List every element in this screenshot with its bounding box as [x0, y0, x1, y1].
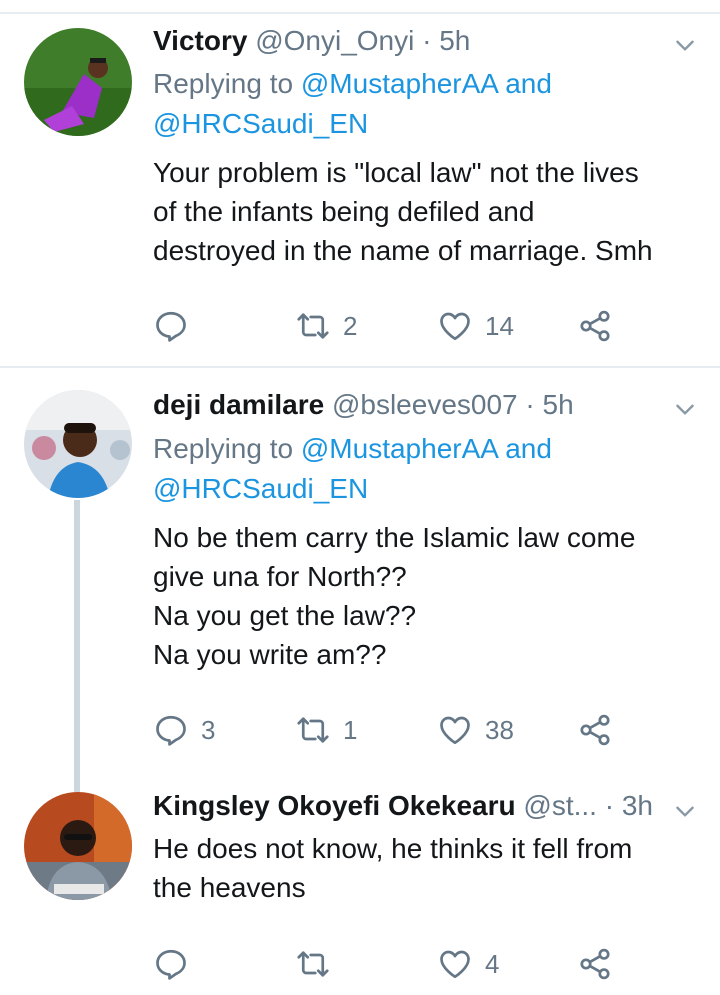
reply-icon: [153, 712, 189, 748]
avatar[interactable]: [24, 390, 132, 498]
tweet-text: He does not know, he thinks it fell from…: [153, 829, 690, 907]
chevron-down-icon[interactable]: [672, 396, 698, 422]
replying-to: Replying to @MustapherAA and @HRCSaudi_E…: [153, 429, 690, 509]
mention-link[interactable]: @HRCSaudi_EN: [153, 473, 368, 504]
tweet-text-line: Na you get the law??: [153, 600, 417, 631]
reply-icon: [153, 946, 189, 982]
reply-count: 3: [201, 714, 216, 745]
thread-line: [74, 500, 80, 792]
tweet-header: deji damilare @bsleeves007 · 5h: [153, 388, 660, 422]
retweet-icon: [295, 946, 331, 982]
retweet-button[interactable]: 1: [295, 710, 357, 750]
replying-to-label: Replying to: [153, 433, 294, 464]
tweet-text-line: of the infants being defiled and: [153, 196, 535, 227]
avatar[interactable]: [24, 28, 132, 136]
author-name[interactable]: deji damilare: [153, 389, 324, 420]
tweet-text-line: No be them carry the Islamic law come: [153, 522, 636, 553]
avatar[interactable]: [24, 792, 132, 900]
mention-link[interactable]: @HRCSaudi_EN: [153, 108, 368, 139]
tweet-kingsley-okekearu[interactable]: Kingsley Okoyefi Okekearu @st... · 3h He…: [0, 772, 720, 995]
reply-button[interactable]: 3: [153, 710, 215, 750]
mention-link[interactable]: @MustapherAA: [301, 68, 498, 99]
tweet-text: No be them carry the Islamic law come gi…: [153, 518, 690, 674]
chevron-down-icon[interactable]: [672, 798, 698, 824]
replying-to-and[interactable]: and: [505, 68, 552, 99]
action-bar: 4: [153, 944, 633, 984]
retweet-icon: [295, 308, 331, 344]
tweet-deji-damilare[interactable]: deji damilare @bsleeves007 · 5h Replying…: [0, 368, 720, 792]
author-name[interactable]: Victory: [153, 25, 247, 56]
tweet-victory[interactable]: Victory @Onyi_Onyi · 5h Replying to @Mus…: [0, 0, 720, 368]
author-name[interactable]: Kingsley Okoyefi Okekearu: [153, 790, 516, 821]
tweet-text-line: He does not know, he thinks it fell from: [153, 833, 633, 864]
author-handle[interactable]: @Onyi_Onyi: [255, 25, 414, 56]
author-handle[interactable]: @bsleeves007: [332, 389, 518, 420]
share-button[interactable]: [577, 306, 613, 346]
timestamp[interactable]: 3h: [622, 790, 653, 821]
retweet-button[interactable]: [295, 944, 343, 984]
retweet-icon: [295, 712, 331, 748]
timestamp[interactable]: 5h: [439, 25, 470, 56]
chevron-down-icon[interactable]: [672, 32, 698, 58]
tweet-text-line: give una for North??: [153, 561, 407, 592]
replying-to: Replying to @MustapherAA and @HRCSaudi_E…: [153, 64, 690, 144]
reply-button[interactable]: [153, 306, 201, 346]
share-button[interactable]: [577, 710, 613, 750]
share-icon: [577, 308, 613, 344]
like-button[interactable]: 14: [437, 306, 514, 346]
action-bar: 2 14: [153, 306, 633, 346]
separator-dot: ·: [422, 25, 432, 56]
replying-to-label: Replying to: [153, 68, 294, 99]
tweet-header: Kingsley Okoyefi Okekearu @st... · 3h: [153, 789, 660, 823]
like-button[interactable]: 4: [437, 944, 499, 984]
tweet-text-line: the heavens: [153, 872, 306, 903]
share-icon: [577, 712, 613, 748]
tweet-text-line: destroyed in the name of marriage. Smh: [153, 235, 653, 266]
like-count: 14: [485, 310, 514, 341]
tweet-text: Your problem is "local law" not the live…: [153, 153, 690, 270]
separator-dot: ·: [525, 389, 535, 420]
tweet-header: Victory @Onyi_Onyi · 5h: [153, 24, 660, 58]
author-handle[interactable]: @st...: [523, 790, 597, 821]
like-count: 4: [485, 948, 500, 979]
retweet-count: 1: [343, 714, 358, 745]
reply-button[interactable]: [153, 944, 201, 984]
tweet-text-line: Na you write am??: [153, 639, 387, 670]
separator-dot: ·: [604, 790, 615, 821]
like-count: 38: [485, 714, 514, 745]
like-icon: [437, 946, 473, 982]
share-button[interactable]: [577, 944, 613, 984]
share-icon: [577, 946, 613, 982]
retweet-button[interactable]: 2: [295, 306, 357, 346]
like-icon: [437, 712, 473, 748]
timestamp[interactable]: 5h: [543, 389, 574, 420]
replying-to-and[interactable]: and: [505, 433, 552, 464]
mention-link[interactable]: @MustapherAA: [301, 433, 498, 464]
reply-icon: [153, 308, 189, 344]
action-bar: 3 1 38: [153, 710, 633, 750]
tweet-text-line: Your problem is "local law" not the live…: [153, 157, 639, 188]
like-icon: [437, 308, 473, 344]
retweet-count: 2: [343, 310, 358, 341]
like-button[interactable]: 38: [437, 710, 514, 750]
